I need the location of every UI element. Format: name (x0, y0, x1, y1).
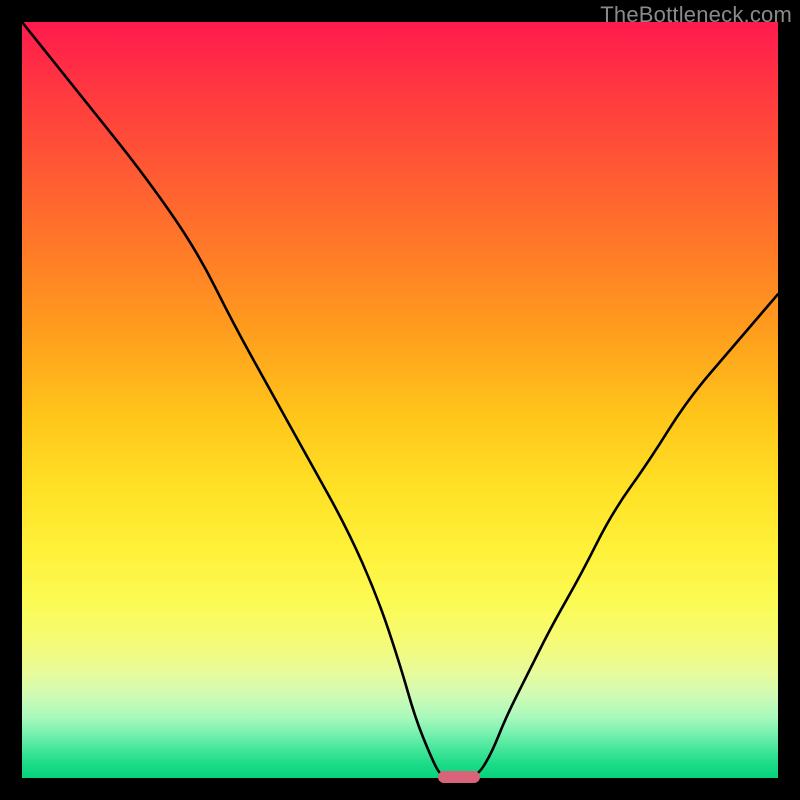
chart-frame: TheBottleneck.com (0, 0, 800, 800)
plot-area (22, 22, 778, 778)
watermark-text: TheBottleneck.com (600, 2, 792, 28)
minimum-marker (438, 771, 480, 783)
bottleneck-curve (22, 22, 778, 778)
